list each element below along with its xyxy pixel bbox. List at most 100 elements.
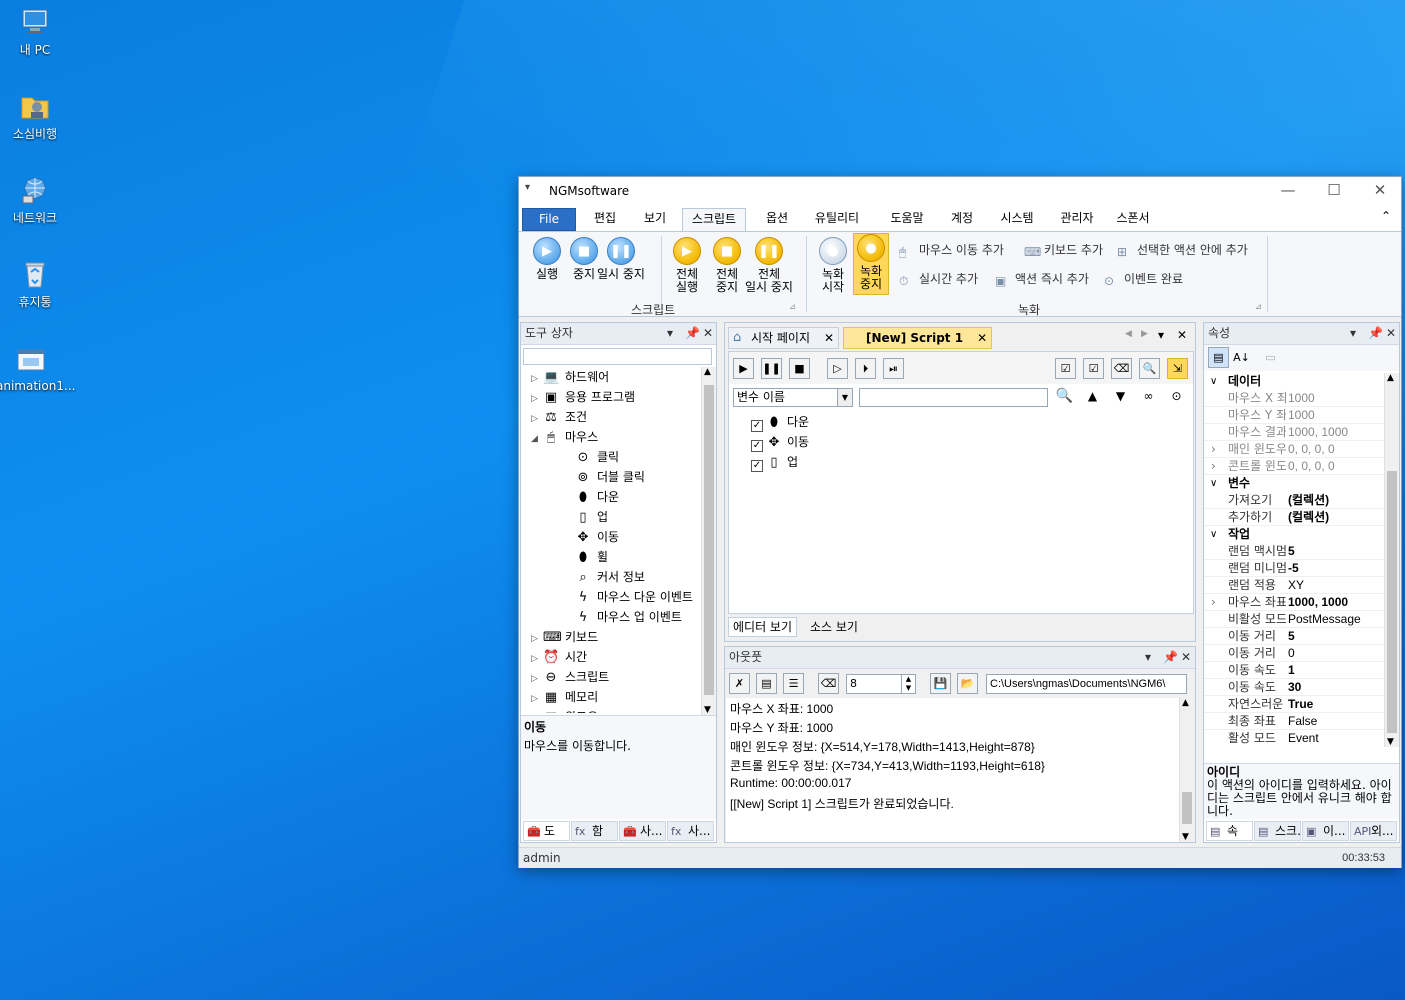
- properties-bottom-tab[interactable]: ▤ 스크...: [1254, 821, 1301, 841]
- close-icon[interactable]: ✕: [977, 331, 987, 345]
- expand-arrow-icon[interactable]: ▷: [531, 709, 543, 713]
- toolbox-item[interactable]: ▷ ▦ 메모리: [521, 687, 598, 707]
- toolbox-item[interactable]: ✥ 이동: [521, 527, 620, 547]
- toolbox-item[interactable]: ▷▤ 윈도우: [521, 707, 598, 713]
- desktop-icon-4[interactable]: animation1...: [0, 344, 75, 393]
- property-row[interactable]: 마우스 결과 1000, 1000: [1204, 424, 1384, 441]
- expand-arrow-icon[interactable]: ▷: [531, 689, 543, 709]
- expand-arrow-icon[interactable]: ▷: [531, 629, 543, 649]
- property-row[interactable]: 마우스 X 좌 1000: [1204, 390, 1384, 407]
- property-row[interactable]: 추가하기 (컬렉션): [1204, 509, 1384, 526]
- panel-menu-icon[interactable]: ▾: [1350, 323, 1356, 343]
- output-path-field[interactable]: C:\Users\ngmas\Documents\NGM6\: [986, 674, 1187, 694]
- toolbox-item[interactable]: ⌕ 커서 정보: [521, 567, 645, 587]
- tab-6[interactable]: 도움말: [881, 208, 933, 231]
- tab-5[interactable]: 유틸리티: [805, 208, 869, 231]
- sort-alpha-icon[interactable]: A↓: [1231, 347, 1252, 368]
- script-button-2[interactable]: ❚❚ 일시 중지: [592, 237, 650, 281]
- toolbox-item[interactable]: ▯ 업: [521, 507, 608, 527]
- search-button[interactable]: ∞: [1138, 387, 1159, 408]
- record-button-0[interactable]: ● 녹화 시작: [815, 237, 851, 294]
- toolbox-item[interactable]: ϟ 마우스 다운 이벤트: [521, 587, 693, 607]
- property-row[interactable]: › 매인 윈도우 0, 0, 0, 0: [1204, 441, 1384, 458]
- action-item[interactable]: ✓ ▯ 업: [751, 452, 798, 472]
- toolbox-item[interactable]: ▷ ⌨ 키보드: [521, 627, 598, 647]
- search-button[interactable]: 🔍: [1054, 387, 1075, 408]
- toolbox-bottom-tab[interactable]: fx 사...: [667, 821, 714, 841]
- expand-arrow-icon[interactable]: ▷: [531, 649, 543, 669]
- property-row[interactable]: 이동 속도 30: [1204, 679, 1384, 696]
- property-row[interactable]: › 마우스 좌표 1000, 1000: [1204, 594, 1384, 611]
- tab-10[interactable]: 스폰서: [1108, 208, 1158, 231]
- editor-toolbar-button[interactable]: ☑: [1055, 358, 1076, 379]
- close-icon[interactable]: ✕: [1181, 647, 1191, 667]
- ribbon-collapse-button[interactable]: ⌃: [1381, 209, 1391, 223]
- editor-toolbar-button[interactable]: ⌫: [1111, 358, 1132, 379]
- output-scrollbar[interactable]: ▲ ▼: [1179, 698, 1194, 842]
- document-tab[interactable]: ⌂ 시작 페이지 ✕: [728, 327, 840, 349]
- property-row[interactable]: 최종 좌표 False: [1204, 713, 1384, 730]
- close-icon[interactable]: ✕: [824, 331, 834, 345]
- toolbox-bottom-tab[interactable]: 🧰 도: [523, 821, 570, 841]
- line-count-stepper[interactable]: 8 ▲ ▼: [846, 674, 916, 694]
- toolbox-item[interactable]: ⬮ 휠: [521, 547, 608, 567]
- variable-select[interactable]: 변수 이름 ▼: [733, 388, 853, 407]
- toolbox-search-input[interactable]: [523, 348, 712, 365]
- properties-bottom-tab[interactable]: API 외...: [1350, 821, 1397, 841]
- properties-scrollbar[interactable]: ▲ ▼: [1384, 373, 1399, 747]
- tab-2[interactable]: 보기: [635, 208, 675, 231]
- folder-icon[interactable]: 📂: [957, 673, 978, 694]
- chevron-right-icon[interactable]: ›: [1211, 458, 1216, 475]
- property-row[interactable]: 랜덤 맥시멈 5: [1204, 543, 1384, 560]
- record-small-2[interactable]: ⊞ 선택한 액션 안에 추가: [1117, 241, 1248, 259]
- tab-prev-icon[interactable]: ◀: [1125, 329, 1132, 339]
- editor-toolbar-button[interactable]: ⏯: [883, 358, 904, 379]
- toolbox-item[interactable]: ▷ ⏰ 시간: [521, 647, 587, 667]
- property-row[interactable]: 가져오기 (컬렉션): [1204, 492, 1384, 509]
- editor-toolbar-button[interactable]: ■: [789, 358, 810, 379]
- editor-toolbar-button[interactable]: ❚❚: [761, 358, 782, 379]
- property-row[interactable]: 랜덤 미니멈 -5: [1204, 560, 1384, 577]
- pin-icon[interactable]: 📌: [1368, 323, 1383, 343]
- file-search-icon[interactable]: ▤: [756, 673, 777, 694]
- toolbox-item[interactable]: ▷ ▣ 응용 프로그램: [521, 387, 635, 407]
- property-category[interactable]: ∨ 작업: [1204, 526, 1384, 543]
- maximize-button[interactable]: ☐: [1311, 177, 1357, 205]
- tab-next-icon[interactable]: ▶: [1141, 329, 1148, 339]
- panel-menu-icon[interactable]: ▾: [1145, 647, 1151, 667]
- property-pages-icon[interactable]: ▭: [1260, 347, 1281, 368]
- categorized-icon[interactable]: ▤: [1208, 347, 1229, 368]
- tab-list-icon[interactable]: ▾: [1158, 328, 1164, 342]
- expand-arrow-icon[interactable]: ▷: [531, 669, 543, 689]
- property-row[interactable]: 랜덤 적용 XY: [1204, 577, 1384, 594]
- toolbox-item[interactable]: ▷ ⚖ 조건: [521, 407, 587, 427]
- tab-7[interactable]: 계정: [943, 208, 981, 231]
- properties-bottom-tab[interactable]: ▤ 속: [1206, 821, 1253, 841]
- toolbox-bottom-tab[interactable]: fx 함: [571, 821, 618, 841]
- desktop-icon-3[interactable]: 휴지통: [0, 258, 70, 310]
- save-icon[interactable]: 💾: [930, 673, 951, 694]
- tab-close-icon[interactable]: ✕: [1177, 328, 1187, 342]
- property-category[interactable]: ∨ 변수: [1204, 475, 1384, 492]
- editor-toolbar-button[interactable]: ⇲: [1167, 358, 1188, 379]
- minimize-button[interactable]: —: [1265, 177, 1311, 205]
- panel-menu-icon[interactable]: ▾: [667, 323, 673, 343]
- record-small-4[interactable]: ▣ 액션 즉시 추가: [995, 270, 1089, 288]
- tab-4[interactable]: 옵션: [757, 208, 797, 231]
- record-small-3[interactable]: ⏱ 실시간 추가: [899, 270, 978, 288]
- record-button-1[interactable]: ● 녹화 중지: [853, 233, 889, 295]
- search-button[interactable]: ▼: [1110, 387, 1131, 408]
- editor-toolbar-button[interactable]: ▶: [733, 358, 754, 379]
- toolbox-item[interactable]: ⊚ 더블 클릭: [521, 467, 645, 487]
- desktop-icon-1[interactable]: 소심비행: [0, 90, 70, 142]
- expand-arrow-icon[interactable]: ▷: [531, 389, 543, 409]
- quick-access-dropdown[interactable]: ▾: [525, 182, 530, 193]
- close-icon[interactable]: ✕: [703, 323, 713, 343]
- property-row[interactable]: › 콘트롤 윈도 0, 0, 0, 0: [1204, 458, 1384, 475]
- action-item[interactable]: ✓ ⬮ 다운: [751, 412, 809, 432]
- record-small-5[interactable]: ⊙ 이벤트 완료: [1104, 270, 1183, 288]
- property-row[interactable]: 비활성 모드 PostMessage: [1204, 611, 1384, 628]
- tab-9[interactable]: 관리자: [1054, 208, 1100, 231]
- property-category[interactable]: ∨ 데이터: [1204, 373, 1384, 390]
- tab-1[interactable]: 편집: [585, 208, 625, 231]
